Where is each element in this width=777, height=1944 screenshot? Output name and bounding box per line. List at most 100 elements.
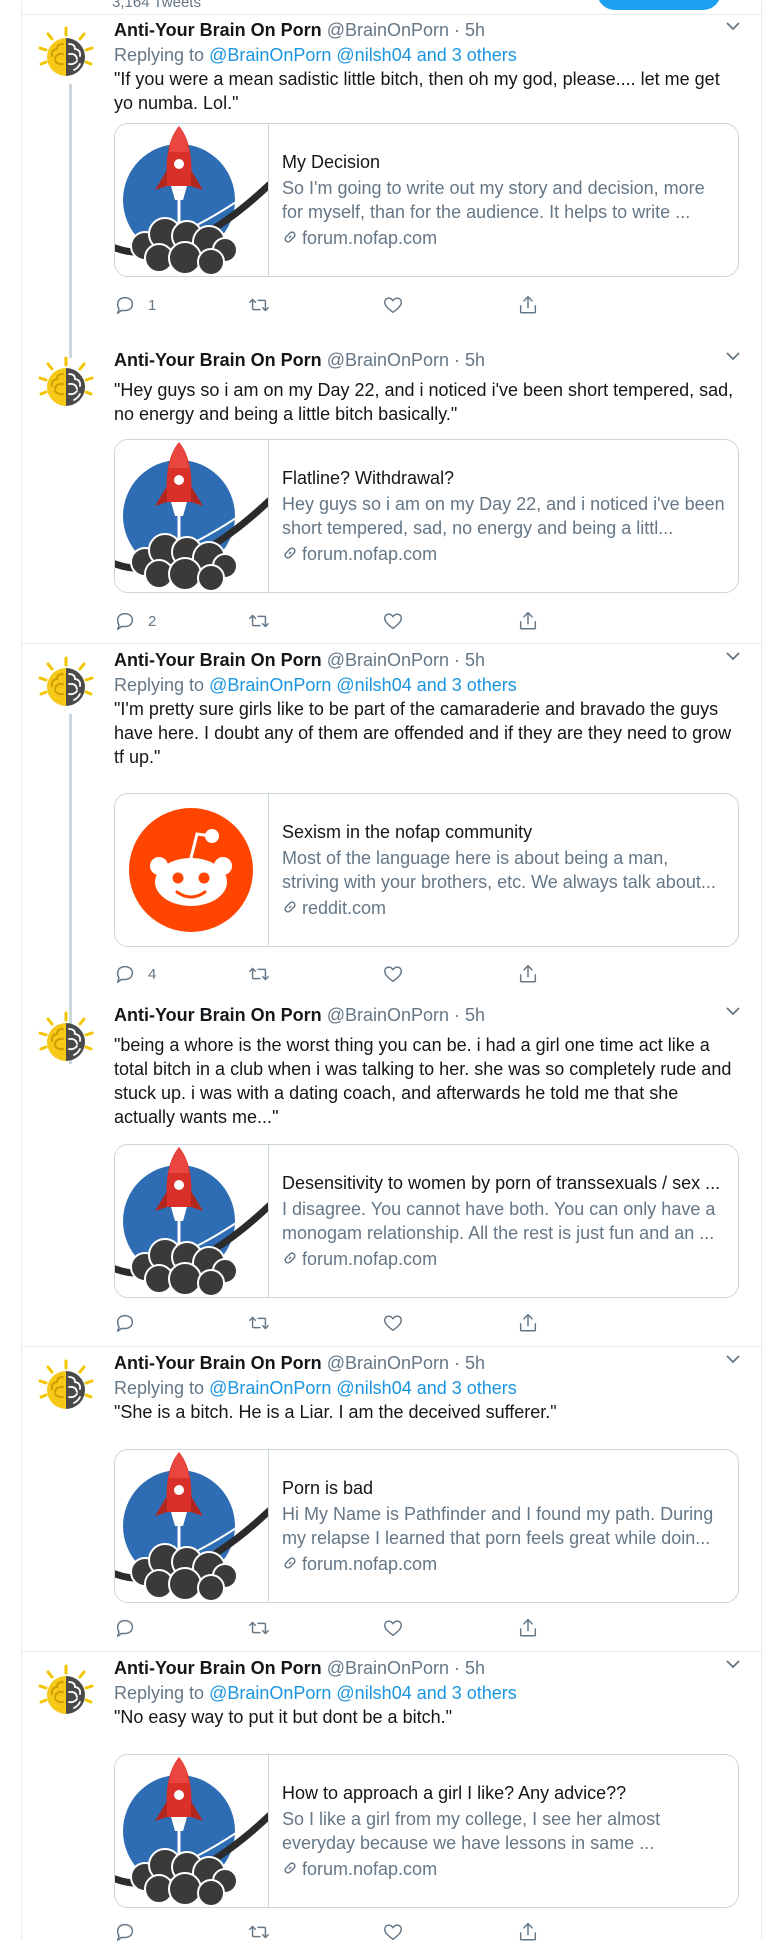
- author-name[interactable]: Anti-Your Brain On Porn: [114, 350, 322, 370]
- replying-to-users[interactable]: @BrainOnPorn @nilsh04 and 3 others: [209, 1378, 517, 1398]
- author-handle[interactable]: @BrainOnPorn: [327, 650, 449, 670]
- share-icon: [517, 294, 539, 316]
- replying-to: Replying to @BrainOnPorn @nilsh04 and 3 …: [114, 43, 517, 67]
- retweet-icon: [248, 610, 270, 632]
- share-button[interactable]: [517, 1311, 539, 1335]
- reply-button[interactable]: [114, 1616, 148, 1640]
- separator-dot: ·: [454, 650, 461, 670]
- like-button[interactable]: [382, 1311, 404, 1335]
- tweet-time[interactable]: 5h: [465, 650, 485, 670]
- tweet[interactable]: Anti-Your Brain On Porn @BrainOnPorn · 5…: [22, 1347, 761, 1652]
- avatar[interactable]: [36, 654, 96, 714]
- author-name[interactable]: Anti-Your Brain On Porn: [114, 1005, 322, 1025]
- chevron-down-icon[interactable]: [725, 1003, 741, 1019]
- chevron-down-icon[interactable]: [725, 348, 741, 364]
- chevron-down-icon[interactable]: [725, 18, 741, 34]
- author-name[interactable]: Anti-Your Brain On Porn: [114, 20, 322, 40]
- tweet-header: Anti-Your Brain On Porn @BrainOnPorn · 5…: [114, 1351, 485, 1375]
- rocket-logo-icon: [115, 124, 268, 276]
- tweet[interactable]: Anti-Your Brain On Porn @BrainOnPorn · 5…: [22, 1652, 761, 1940]
- author-handle[interactable]: @BrainOnPorn: [327, 1658, 449, 1678]
- author-handle[interactable]: @BrainOnPorn: [327, 1353, 449, 1373]
- reply-icon: [114, 610, 136, 632]
- author-name[interactable]: Anti-Your Brain On Porn: [114, 650, 322, 670]
- card-domain-text: forum.nofap.com: [302, 1249, 438, 1269]
- retweet-button[interactable]: [248, 962, 270, 986]
- link-card[interactable]: Porn is bad Hi My Name is Pathfinder and…: [114, 1449, 739, 1603]
- retweet-icon: [248, 963, 270, 985]
- retweet-button[interactable]: [248, 609, 270, 633]
- like-button[interactable]: [382, 1920, 404, 1944]
- link-icon: [282, 229, 298, 245]
- heart-icon: [382, 1617, 404, 1639]
- share-button[interactable]: [517, 962, 539, 986]
- separator-dot: ·: [454, 1658, 461, 1678]
- thread-line: [69, 84, 72, 358]
- card-domain: forum.nofap.com: [282, 1552, 730, 1576]
- link-card[interactable]: My Decision So I'm going to write out my…: [114, 123, 739, 277]
- replying-to-users[interactable]: @BrainOnPorn @nilsh04 and 3 others: [209, 675, 517, 695]
- follow-button[interactable]: [597, 0, 721, 10]
- timeline-column: 3,164 Tweets Anti-Your Brain On Porn @Br…: [21, 0, 762, 1940]
- tweet[interactable]: Anti-Your Brain On Porn @BrainOnPorn · 5…: [22, 14, 761, 358]
- link-card[interactable]: How to approach a girl I like? Any advic…: [114, 1754, 739, 1908]
- replying-to: Replying to @BrainOnPorn @nilsh04 and 3 …: [114, 1681, 517, 1705]
- card-domain-text: forum.nofap.com: [302, 1554, 438, 1574]
- replying-to-users[interactable]: @BrainOnPorn @nilsh04 and 3 others: [209, 1683, 517, 1703]
- tweet-time[interactable]: 5h: [465, 20, 485, 40]
- retweet-button[interactable]: [248, 1616, 270, 1640]
- tweet-text: "Hey guys so i am on my Day 22, and i no…: [114, 380, 734, 424]
- reply-icon: [114, 294, 136, 316]
- chevron-down-icon[interactable]: [725, 648, 741, 664]
- share-button[interactable]: [517, 1920, 539, 1944]
- profile-header-strip: 3,164 Tweets: [22, 0, 761, 15]
- tweet-time[interactable]: 5h: [465, 1353, 485, 1373]
- tweet[interactable]: Anti-Your Brain On Porn @BrainOnPorn · 5…: [22, 344, 761, 644]
- avatar[interactable]: [36, 24, 96, 84]
- avatar[interactable]: [36, 354, 96, 414]
- author-name[interactable]: Anti-Your Brain On Porn: [114, 1658, 322, 1678]
- retweet-button[interactable]: [248, 293, 270, 317]
- like-button[interactable]: [382, 609, 404, 633]
- avatar[interactable]: [36, 1662, 96, 1722]
- share-button[interactable]: [517, 293, 539, 317]
- share-button[interactable]: [517, 609, 539, 633]
- reply-button[interactable]: 4: [114, 962, 156, 986]
- reply-button[interactable]: 1: [114, 293, 156, 317]
- tweet[interactable]: Anti-Your Brain On Porn @BrainOnPorn · 5…: [22, 999, 761, 1347]
- tweet-time[interactable]: 5h: [465, 1658, 485, 1678]
- like-button[interactable]: [382, 293, 404, 317]
- card-domain-text: reddit.com: [302, 898, 387, 918]
- author-name[interactable]: Anti-Your Brain On Porn: [114, 1353, 322, 1373]
- share-icon: [517, 1312, 539, 1334]
- author-handle[interactable]: @BrainOnPorn: [327, 20, 449, 40]
- author-handle[interactable]: @BrainOnPorn: [327, 1005, 449, 1025]
- reply-button[interactable]: [114, 1920, 148, 1944]
- chevron-down-icon[interactable]: [725, 1351, 741, 1367]
- avatar[interactable]: [36, 1009, 96, 1069]
- reply-button[interactable]: [114, 1311, 148, 1335]
- tweet-time[interactable]: 5h: [465, 350, 485, 370]
- retweet-button[interactable]: [248, 1311, 270, 1335]
- tweet-actions: [114, 1311, 634, 1335]
- card-title: Sexism in the nofap community: [282, 822, 533, 842]
- like-button[interactable]: [382, 1616, 404, 1640]
- separator-dot: ·: [454, 350, 461, 370]
- like-button[interactable]: [382, 962, 404, 986]
- avatar[interactable]: [36, 1357, 96, 1417]
- brain-sun-logo-icon: [36, 24, 96, 84]
- reply-button[interactable]: 2: [114, 609, 156, 633]
- link-card[interactable]: Sexism in the nofap community Most of th…: [114, 793, 739, 947]
- link-card[interactable]: Desensitivity to women by porn of transs…: [114, 1144, 739, 1298]
- tweet-time[interactable]: 5h: [465, 1005, 485, 1025]
- tweet-header: Anti-Your Brain On Porn @BrainOnPorn · 5…: [114, 348, 485, 372]
- share-button[interactable]: [517, 1616, 539, 1640]
- chevron-down-icon[interactable]: [725, 1656, 741, 1672]
- heart-icon: [382, 294, 404, 316]
- tweet[interactable]: Anti-Your Brain On Porn @BrainOnPorn · 5…: [22, 644, 761, 1064]
- link-card[interactable]: Flatline? Withdrawal? Hey guys so i am o…: [114, 439, 739, 593]
- brain-sun-logo-icon: [36, 354, 96, 414]
- author-handle[interactable]: @BrainOnPorn: [327, 350, 449, 370]
- retweet-button[interactable]: [248, 1920, 270, 1944]
- replying-to-users[interactable]: @BrainOnPorn @nilsh04 and 3 others: [209, 45, 517, 65]
